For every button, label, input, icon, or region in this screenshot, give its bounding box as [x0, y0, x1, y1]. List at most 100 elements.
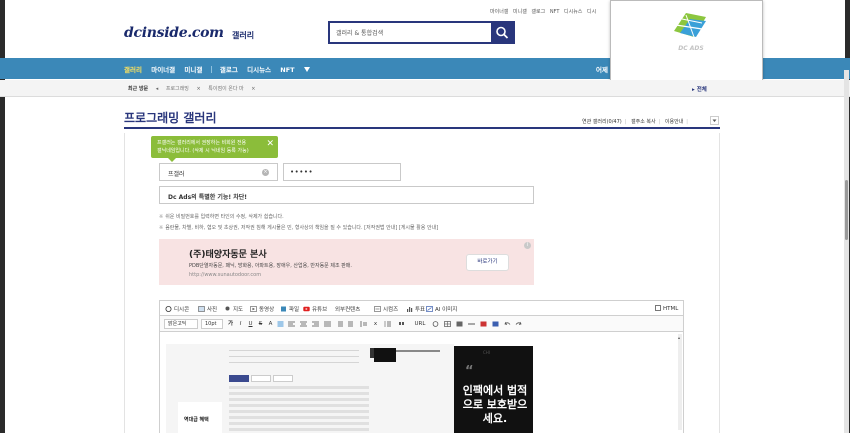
clear-icon[interactable]: × — [262, 169, 269, 176]
source-button[interactable] — [492, 320, 499, 328]
text-ad-banner[interactable]: (주)태양자동문 본사 PDB단열자동문, 패닉, 방화용, 아파트용, 장애우… — [159, 239, 534, 285]
quote-mark-icon: “ — [465, 364, 474, 379]
strike-button[interactable]: S — [257, 320, 264, 328]
toolbar-dccon[interactable]: 디시콘 — [165, 305, 189, 313]
pasted-ad-image[interactable]: CHI “ 인팩에서 법적으로 보호받으세요. — [454, 346, 533, 433]
editor-scrollbar[interactable] — [678, 334, 682, 430]
outdent-icon — [348, 321, 353, 327]
ad-url[interactable]: http://www.sunautodoor.com — [189, 272, 261, 278]
superscript-button[interactable]: x — [372, 320, 379, 328]
list-button[interactable] — [384, 320, 391, 328]
page-title[interactable]: 프로그래밍 갤러리 — [124, 109, 217, 126]
ad-title[interactable]: (주)태양자동문 본사 — [189, 247, 267, 260]
align-right-icon — [312, 321, 319, 327]
password-field[interactable]: ••••• — [283, 163, 401, 181]
page-scrollbar-thumb[interactable] — [845, 180, 848, 240]
nav-yesterday[interactable]: 어제 — [596, 64, 608, 74]
editor-scroll-up-icon[interactable]: ▴ — [678, 335, 680, 340]
top-links: 마이너갤 미니갤 갤로그 NFT 디시뉴스 디시 — [490, 8, 599, 15]
image-button[interactable] — [456, 320, 463, 328]
nav-gallery[interactable]: 갤러리 — [124, 66, 142, 74]
toolbar-photo[interactable]: 사진 — [198, 305, 217, 313]
site-logo[interactable]: dcinside.com — [124, 25, 224, 41]
tooltip-close-icon[interactable]: ✕ — [266, 140, 274, 149]
ad-image-text: 인팩에서 법적으로 보호받으세요. — [462, 384, 528, 425]
font-size-value: 10pt — [205, 321, 217, 327]
toolbar-poll[interactable]: 투표 — [406, 305, 425, 313]
subject-field[interactable]: Dc Ads의 특별한 기능! 차단! — [159, 186, 534, 204]
title-dropdown-button[interactable] — [710, 116, 719, 125]
top-link-dc[interactable]: 디시 — [587, 9, 596, 15]
map-pin-icon — [225, 306, 230, 311]
tooltip-line-2: 갤닉네임입니다. (삭제 시 닉네임 등록 가능) — [157, 148, 249, 154]
breadcrumb-close-icon-2[interactable]: × — [251, 86, 255, 92]
nav-more-icon[interactable] — [303, 67, 310, 72]
align-center-button[interactable] — [300, 320, 307, 328]
text-color-button[interactable]: A — [267, 320, 274, 328]
toolbar-map[interactable]: 지도 — [224, 305, 243, 313]
emoticon-button[interactable] — [480, 320, 487, 328]
toolbar-video[interactable]: 동영상 — [250, 305, 274, 313]
top-link-gallog[interactable]: 갤로그 — [531, 9, 545, 15]
table-button[interactable] — [444, 320, 451, 328]
align-left-button[interactable] — [288, 320, 295, 328]
indent-button[interactable] — [336, 320, 343, 328]
shot-row — [229, 398, 369, 401]
html-toggle[interactable]: HTML — [655, 305, 678, 312]
hr-button[interactable] — [468, 320, 475, 328]
youtube-icon — [303, 306, 310, 312]
editor-insert-toolbar: 디시콘 사진 지도 동영상 파일 유튜브 외부컨텐츠 시컴즈 투표 AI 이미지… — [159, 300, 684, 316]
usage-guide-link[interactable]: 이용안내 — [665, 119, 683, 125]
toolbar-external[interactable]: 외부컨텐츠 — [335, 305, 360, 313]
related-galleries-link[interactable]: 연관 갤러리(0/47) — [582, 119, 622, 125]
search-input[interactable]: 갤러리 & 통합검색 — [336, 28, 383, 37]
image-icon — [456, 321, 463, 327]
ad-go-button[interactable]: 바로가기 — [466, 254, 509, 271]
nav-nft[interactable]: NFT — [280, 66, 294, 74]
italic-button[interactable]: I — [237, 320, 244, 328]
recent-prev-icon[interactable]: ◂ — [156, 86, 159, 92]
search-box[interactable]: 갤러리 & 통합검색 — [328, 21, 515, 44]
copy-address-link[interactable]: 갤주소 복사 — [631, 119, 656, 125]
top-link-news[interactable]: 디시뉴스 — [564, 9, 582, 15]
outdent-button[interactable] — [348, 320, 355, 328]
content-notice: ※ 음란물, 차별, 비하, 혐오 및 초상권, 저작권 침해 게시물은 민, 형… — [159, 224, 438, 231]
breadcrumb-all-link[interactable]: ▸ 전체 — [692, 85, 707, 93]
toolbar-youtube[interactable]: 유튜브 — [303, 305, 327, 313]
quote-button[interactable] — [398, 320, 405, 328]
font-size-select[interactable]: 10pt — [201, 319, 223, 329]
top-link-minor[interactable]: 마이너갤 — [490, 9, 508, 15]
nickname-field[interactable]: 프갤러 × — [159, 163, 278, 181]
breadcrumb-close-icon[interactable]: × — [196, 86, 200, 92]
underline-button[interactable]: U — [247, 320, 254, 328]
breadcrumb-item-programming[interactable]: 프로그래밍 — [166, 86, 189, 92]
special-char-button[interactable] — [432, 320, 439, 328]
nav-mini-gallery[interactable]: 미니갤 — [184, 66, 202, 74]
nav-dcnews[interactable]: 디시뉴스 — [247, 66, 271, 74]
bold-button[interactable]: 가 — [227, 320, 234, 328]
line-height-button[interactable] — [360, 320, 367, 328]
breadcrumb-item-singularity[interactable]: 특이점이 온다 마 — [208, 86, 243, 92]
url-button[interactable]: URL — [410, 320, 430, 328]
logo-gallery-label[interactable]: 갤러리 — [232, 30, 254, 41]
top-link-nft[interactable]: NFT — [550, 9, 560, 15]
search-button[interactable] — [491, 23, 513, 42]
nav-minor-gallery[interactable]: 마이너갤 — [151, 66, 175, 74]
align-right-button[interactable] — [312, 320, 319, 328]
font-family-select[interactable]: 맑은고딕 — [164, 319, 198, 329]
toolbar-file[interactable]: 파일 — [280, 305, 299, 313]
shot-row — [229, 428, 369, 431]
undo-button[interactable] — [504, 320, 511, 328]
bg-color-button[interactable] — [277, 320, 284, 328]
top-link-mini[interactable]: 미니갤 — [513, 9, 527, 15]
toolbar-sicomz[interactable]: 시컴즈 — [374, 305, 398, 313]
toolbar-ai-image[interactable]: AI 이미지 — [426, 305, 457, 313]
html-checkbox[interactable] — [655, 305, 661, 311]
nav-gallog[interactable]: 갤로그 — [220, 66, 238, 74]
page-scrollbar[interactable] — [844, 70, 849, 433]
redo-button[interactable] — [515, 320, 522, 328]
title-actions: 연관 갤러리(0/47) | 갤주소 복사 | 이용안내 | — [582, 119, 688, 125]
ad-info-icon[interactable]: i — [524, 242, 531, 249]
pasted-screenshot-image[interactable]: 역대급 혜택 — [166, 344, 454, 433]
align-justify-button[interactable] — [324, 320, 331, 328]
